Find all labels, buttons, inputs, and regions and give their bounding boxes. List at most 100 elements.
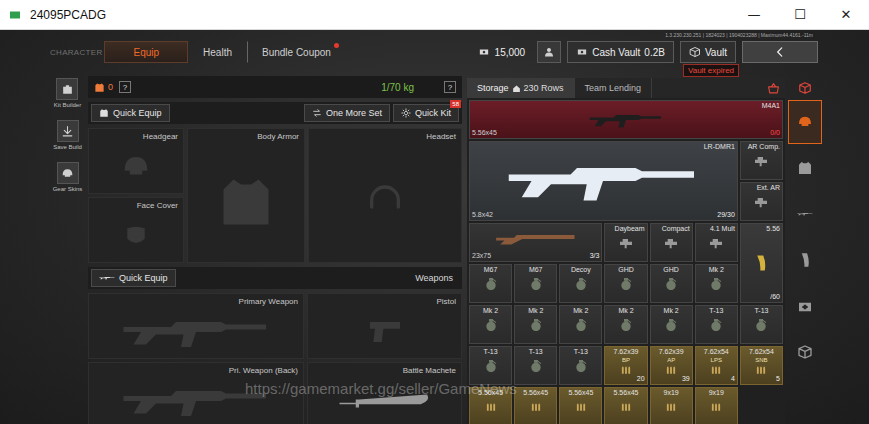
storage-item[interactable]: 7.62x54LPS4	[695, 346, 738, 385]
sidebar-item[interactable]: Save Build	[53, 120, 82, 150]
storage-item[interactable]: 4.1 Mult	[695, 223, 738, 262]
storage-item[interactable]: Mk 2	[559, 305, 602, 344]
equipment-slot[interactable]: Headset	[308, 128, 462, 263]
storage-item[interactable]: Mk 2	[604, 305, 647, 344]
sidebar-item[interactable]: Gear Skins	[53, 162, 83, 192]
storage-item[interactable]: T-13	[514, 346, 557, 385]
storage-item[interactable]: Compact	[650, 223, 693, 262]
storage-item[interactable]: 5.56/60	[740, 223, 783, 303]
storage-item[interactable]: T-13	[469, 346, 512, 385]
equipment-slot[interactable]: Body Armor	[187, 128, 305, 263]
storage-item[interactable]: 7.62x54SNB5	[740, 346, 783, 385]
ammo-icon	[619, 364, 633, 375]
sort-button[interactable]	[788, 78, 822, 98]
storage-tab[interactable]: Storage230 Rows	[467, 78, 575, 98]
equipment-slot[interactable]: Pri. Weapon (Back)	[88, 362, 304, 424]
quick-equip-button[interactable]: Quick Equip	[91, 104, 170, 122]
storage-item[interactable]: 5.56x45	[604, 387, 647, 424]
grenade-icon	[618, 276, 634, 292]
ammo-icon	[709, 364, 723, 375]
storage-item[interactable]: T-13	[740, 305, 783, 344]
storage-tab[interactable]: Team Lending	[575, 78, 653, 98]
rifle-icon	[121, 312, 271, 352]
storage-item[interactable]: Daybeam	[604, 223, 647, 262]
grenade-icon	[573, 276, 589, 292]
filter-item[interactable]	[788, 146, 822, 190]
storage-item[interactable]: M67	[514, 264, 557, 303]
cart-button[interactable]	[761, 79, 785, 97]
top-tab[interactable]: Health	[188, 41, 247, 63]
cash-vault-button[interactable]: Cash Vault0.2B	[567, 41, 674, 63]
storage-item[interactable]: 9x19	[650, 387, 693, 424]
item-art	[472, 274, 509, 293]
top-tab[interactable]: Equip	[104, 41, 188, 63]
storage-item[interactable]: 5.56x45	[559, 387, 602, 424]
item-art	[607, 315, 644, 334]
item-art	[472, 110, 780, 129]
filter-item[interactable]	[788, 100, 822, 144]
item-art	[607, 397, 644, 416]
equipment-slot[interactable]: Battle Machete	[307, 362, 462, 424]
storage-item[interactable]: T-13	[695, 305, 738, 344]
help-button[interactable]: ?	[119, 81, 131, 93]
storage-item[interactable]: 5.56x45	[469, 387, 512, 424]
back-button[interactable]	[742, 41, 818, 63]
grenade-icon	[663, 317, 679, 333]
storage-item[interactable]: GHD	[604, 264, 647, 303]
item-name: LR-DMR1	[704, 143, 735, 151]
storage-rows: 230 Rows	[524, 83, 564, 93]
filter-item[interactable]	[788, 330, 822, 374]
storage-item[interactable]: 9x19	[695, 387, 738, 424]
item-name: T-13	[484, 348, 498, 356]
filter-item[interactable]	[788, 284, 822, 328]
filter-item[interactable]	[788, 192, 822, 236]
storage-item[interactable]: T-13	[559, 346, 602, 385]
item-name: T-13	[754, 307, 768, 315]
storage-item[interactable]: M4A15.56x450/0	[469, 100, 783, 139]
storage-item[interactable]: GHD	[650, 264, 693, 303]
grenade-icon	[708, 317, 724, 333]
filter-item[interactable]	[788, 238, 822, 282]
helmet-icon	[121, 152, 151, 182]
storage-item[interactable]: LR-DMR15.8x4229/30	[469, 141, 738, 221]
item-name: T-13	[709, 307, 723, 315]
mag-icon	[797, 252, 813, 268]
storage-item[interactable]: Mk 2	[469, 305, 512, 344]
quick-kit-button[interactable]: Quick Kit58	[393, 104, 459, 122]
profile-button[interactable]	[537, 41, 561, 63]
storage-item[interactable]: 23x753/3	[469, 223, 602, 262]
ammo-icon	[754, 364, 768, 375]
window-control[interactable]: ☐	[777, 0, 823, 30]
storage-item[interactable]: Ext. AR	[740, 182, 783, 221]
equipment-slot[interactable]: Primary Weapon	[88, 293, 304, 359]
vault-button[interactable]: VaultVault expired	[680, 41, 736, 63]
grenade-icon	[708, 276, 724, 292]
gear-icon	[401, 108, 411, 118]
storage-item[interactable]: 7.62x39AP39	[650, 346, 693, 385]
equipment-slot[interactable]: Headgear	[88, 128, 184, 194]
sidebar-item[interactable]: Kit Builder	[54, 78, 81, 108]
box-icon	[798, 81, 812, 95]
equipment-slot[interactable]: Face Cover	[88, 197, 184, 263]
window-control[interactable]: —	[731, 0, 777, 30]
storage-item[interactable]: Mk 2	[695, 264, 738, 303]
vest-icon	[99, 108, 109, 118]
vest-icon	[216, 172, 276, 232]
top-tab[interactable]: Bundle Coupon	[247, 41, 346, 63]
slot-art	[89, 375, 303, 424]
one-more-set-button[interactable]: One More Set	[304, 104, 390, 122]
quick-equip-button[interactable]: Quick Equip	[91, 269, 176, 287]
window-control[interactable]: ✕	[823, 0, 869, 30]
appmark-icon	[8, 9, 22, 21]
storage-item[interactable]: Decoy	[559, 264, 602, 303]
storage-item[interactable]: AR Comp.	[740, 141, 783, 180]
equipment-slot[interactable]: Pistol	[307, 293, 462, 359]
item-art	[472, 315, 509, 334]
storage-item[interactable]: Mk 2	[650, 305, 693, 344]
storage-item[interactable]: M67	[469, 264, 512, 303]
item-art	[698, 397, 735, 416]
storage-item[interactable]: 5.56x45	[514, 387, 557, 424]
storage-item[interactable]: Mk 2	[514, 305, 557, 344]
storage-item[interactable]: 7.62x39BP20	[604, 346, 647, 385]
help-button[interactable]: ?	[444, 81, 456, 93]
